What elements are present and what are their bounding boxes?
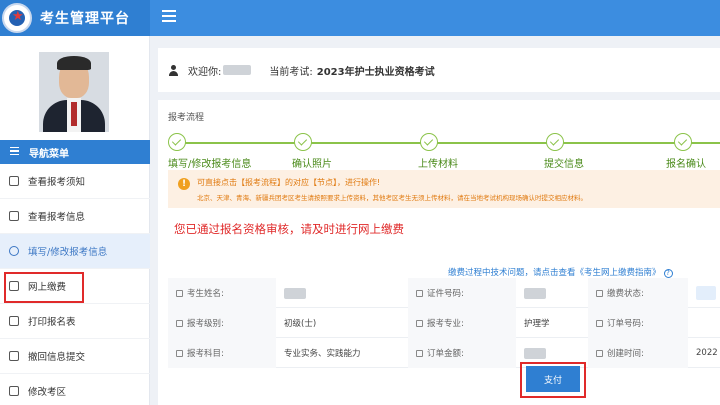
sidebar-item-view-info[interactable]: 查看报考信息 xyxy=(0,199,150,234)
status-badge xyxy=(696,286,716,300)
label-cell: 报考科目: xyxy=(168,338,276,368)
check-icon xyxy=(294,133,312,151)
check-icon xyxy=(168,133,186,151)
label-cell: 订单号码: xyxy=(588,308,688,338)
table-row: 报考科目: 专业实务、实践能力 订单金额: 创建时间: 2022 xyxy=(168,338,720,368)
sidebar-item-label: 撤回信息提交 xyxy=(28,352,86,363)
sidebar-item-label: 查看报考须知 xyxy=(28,177,86,188)
value-cell: 2022 xyxy=(696,348,718,358)
sidebar-item-label: 打印报名表 xyxy=(28,317,76,328)
subject-icon xyxy=(176,349,183,357)
status-message: 您已通过报名资格审核，请及时进行网上缴费 xyxy=(174,222,404,236)
payment-guide-link[interactable]: 缴费过程中技术问题，请点击查看《考生网上缴费指南》? xyxy=(448,266,673,278)
value-cell xyxy=(688,308,720,338)
step-label: 上传材料 xyxy=(418,159,458,170)
status-icon xyxy=(596,289,603,297)
sidebar-item-label: 查看报考信息 xyxy=(28,212,86,223)
step-label: 提交信息 xyxy=(544,159,584,170)
label-cell: 报考专业: xyxy=(408,308,516,338)
sidebar-item-notice[interactable]: 查看报考须知 xyxy=(0,164,150,199)
step-label: 报名确认 xyxy=(666,159,706,170)
user-icon xyxy=(168,64,179,76)
settings-icon xyxy=(9,386,19,396)
notice-alert: ! 可直接点击【报考流程】的对应【节点】，进行操作! 北京、天津、青海、新疆兵团… xyxy=(168,170,720,208)
menu-toggle-icon[interactable] xyxy=(162,10,176,24)
undo-icon xyxy=(9,351,19,361)
info-table: 考生姓名: 证件号码: 缴费状态: 报考级别: 初级(士) 报考专业: 护理学 … xyxy=(168,278,720,368)
greeting-label: 欢迎你: xyxy=(188,66,222,78)
nav-menu-header: 导航菜单 xyxy=(0,140,150,164)
order-icon xyxy=(596,319,603,327)
redacted-username xyxy=(223,65,252,75)
pay-button[interactable]: 支付 xyxy=(526,366,580,392)
id-icon xyxy=(416,289,423,297)
question-icon: ? xyxy=(663,269,673,278)
user-icon xyxy=(176,289,183,297)
value-cell: 初级(士) xyxy=(284,319,317,329)
label-cell: 创建时间: xyxy=(588,338,688,368)
sidebar-item-label: 网上缴费 xyxy=(28,282,67,293)
value-cell xyxy=(516,278,588,308)
list-icon xyxy=(10,146,19,158)
table-row: 报考级别: 初级(士) 报考专业: 护理学 订单号码: xyxy=(168,308,720,338)
check-icon xyxy=(546,133,564,151)
document-icon xyxy=(9,211,19,221)
value-cell: 专业实务、实践能力 xyxy=(284,349,361,359)
label-cell: 订单金额: xyxy=(408,338,516,368)
amount-icon xyxy=(416,349,423,357)
sidebar-item-withdraw[interactable]: 撤回信息提交 xyxy=(0,339,150,374)
value-cell xyxy=(276,278,408,308)
label-cell: 报考级别: xyxy=(168,308,276,338)
sidebar-item-label: 填写/修改报考信息 xyxy=(28,247,108,258)
label-cell: 考生姓名: xyxy=(168,278,276,308)
check-circle-icon xyxy=(9,246,19,256)
redacted-name xyxy=(284,287,306,299)
table-row: 考生姓名: 证件号码: 缴费状态: xyxy=(168,278,720,308)
label-cell: 证件号码: xyxy=(408,278,516,308)
payment-icon xyxy=(9,281,19,291)
help-link-text: 缴费过程中技术问题，请点击查看《考生网上缴费指南》 xyxy=(448,268,661,278)
sidebar-item-label: 修改考区 xyxy=(28,387,67,398)
check-icon xyxy=(674,133,692,151)
alert-detail: 北京、天津、青海、新疆兵团考区考生请按照要求上传资料，其他考区考生无须上传材料，… xyxy=(197,194,587,202)
process-title: 报考流程 xyxy=(168,113,205,123)
main-panel: 报考流程 填写/修改报考信息 确认照片 上传材料 提交信息 报名确认 ! 可直接… xyxy=(158,100,720,405)
logo-icon xyxy=(2,3,32,33)
nav-list: 查看报考须知 查看报考信息 填写/修改报考信息 网上缴费 打印报名表 撤回信息提… xyxy=(0,164,150,405)
step-label: 填写/修改报考信息 xyxy=(168,159,252,170)
sidebar: 导航菜单 查看报考须知 查看报考信息 填写/修改报考信息 网上缴费 打印报名表 … xyxy=(0,36,150,405)
value-cell: 护理学 xyxy=(524,319,550,329)
redacted-amount xyxy=(524,347,546,359)
notice-icon xyxy=(9,176,19,186)
app-title: 考生管理平台 xyxy=(40,11,130,27)
warning-icon: ! xyxy=(178,178,190,190)
value-cell xyxy=(688,278,720,308)
label-cell: 缴费状态: xyxy=(588,278,688,308)
print-icon xyxy=(9,316,19,326)
top-bar: 考生管理平台 xyxy=(0,0,720,36)
level-icon xyxy=(176,319,183,327)
avatar xyxy=(39,52,109,132)
sidebar-item-print-form[interactable]: 打印报名表 xyxy=(0,304,150,339)
check-icon xyxy=(420,133,438,151)
sidebar-item-change-area[interactable]: 修改考区 xyxy=(0,374,150,405)
progress-line xyxy=(174,142,720,144)
nav-menu-title: 导航菜单 xyxy=(29,148,69,160)
exam-label: 当前考试: xyxy=(269,66,313,78)
step-label: 确认照片 xyxy=(292,159,332,170)
redacted-id xyxy=(524,287,546,299)
clock-icon xyxy=(596,349,603,357)
sidebar-item-online-payment[interactable]: 网上缴费 xyxy=(0,269,150,304)
sidebar-item-edit-info[interactable]: 填写/修改报考信息 xyxy=(0,234,150,269)
brand: 考生管理平台 xyxy=(0,0,150,36)
alert-title: 可直接点击【报考流程】的对应【节点】，进行操作! xyxy=(197,178,381,187)
major-icon xyxy=(416,319,423,327)
welcome-bar: 欢迎你: 当前考试: 2023年护士执业资格考试 xyxy=(158,48,720,92)
exam-name: 2023年护士执业资格考试 xyxy=(316,66,435,78)
